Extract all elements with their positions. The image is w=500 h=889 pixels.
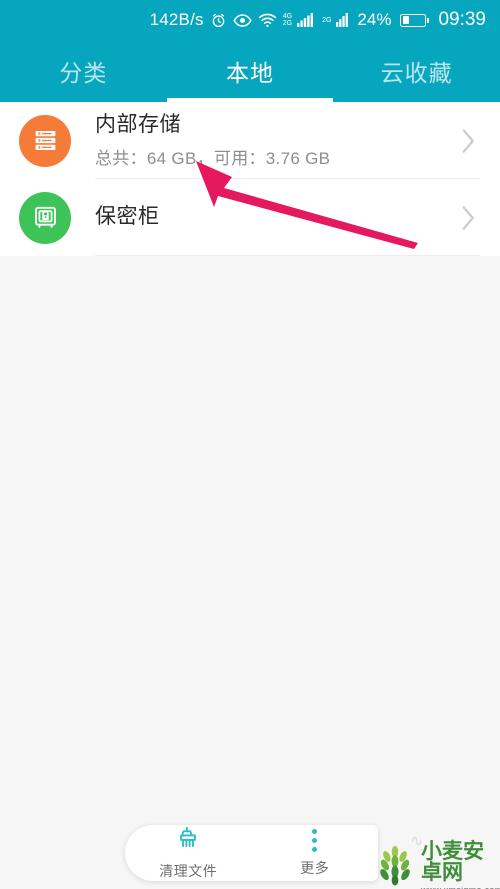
watermark-site-name: 小麦安卓网 xyxy=(421,840,484,884)
list-item-internal-storage-title: 内部存储 xyxy=(95,113,181,137)
phone-screen: 142B/s 4G 2G 2G 24% 09:39 分类 本地 云收藏 内部存储… xyxy=(0,0,500,889)
tab-local-label: 本地 xyxy=(226,60,274,86)
bottom-action-bar: 清理文件 更多 xyxy=(125,825,378,881)
watermark-text: 小麦安卓网 www.xmsigma.com xyxy=(421,841,500,889)
wifi-icon xyxy=(258,13,277,28)
tab-cloud-label: 云收藏 xyxy=(380,60,453,86)
sim2-label: 2G xyxy=(322,16,332,24)
bottom-action-clean-files[interactable]: 清理文件 xyxy=(125,825,252,881)
sim2-bars-icon xyxy=(336,13,350,27)
sim1-label-bottom: 2G xyxy=(282,20,293,27)
clock-text: 09:39 xyxy=(438,9,486,30)
list-item-secure-vault[interactable]: 保密柜 xyxy=(0,179,500,256)
bottom-action-clean-files-label: 清理文件 xyxy=(159,863,218,879)
site-watermark: ∿ 小麦安卓网 www.xmsigma.com xyxy=(374,833,500,889)
list-item-secure-vault-text: 保密柜 xyxy=(95,204,461,230)
tab-category-label: 分类 xyxy=(59,60,108,86)
broom-icon xyxy=(175,825,201,856)
eye-icon xyxy=(233,13,252,28)
bottom-action-more-label: 更多 xyxy=(300,859,330,876)
chevron-right-icon[interactable] xyxy=(461,128,476,154)
list-item-internal-storage-subtitle: 总共：64 GB，可用：3.76 GB xyxy=(95,148,331,168)
status-bar: 142B/s 4G 2G 2G 24% 09:39 xyxy=(0,0,500,40)
list-item-internal-storage-text: 内部存储 总共：64 GB，可用：3.76 GB xyxy=(95,112,461,168)
battery-icon xyxy=(400,13,430,27)
bottom-action-more[interactable]: 更多 xyxy=(252,829,379,878)
network-speed-text: 142B/s xyxy=(149,10,204,29)
sim1-signal-icon: 4G 2G xyxy=(283,13,292,27)
tab-bar: 分类 本地 云收藏 xyxy=(0,40,500,102)
sim1-label-top: 4G xyxy=(282,13,293,20)
list-item-secure-vault-title: 保密柜 xyxy=(95,205,160,229)
status-bar-items: 142B/s 4G 2G 2G 24% 09:39 xyxy=(150,9,486,31)
battery-fill xyxy=(402,16,409,24)
tab-cloud[interactable]: 云收藏 xyxy=(333,40,500,102)
sim2-signal-icon: 2G xyxy=(322,17,331,24)
list-divider xyxy=(95,255,480,256)
more-vertical-icon xyxy=(312,829,318,853)
server-stack-icon xyxy=(19,114,71,167)
safe-lock-icon xyxy=(19,191,71,244)
chevron-right-icon[interactable] xyxy=(461,205,476,231)
watermark-arc-decoration: ∿ xyxy=(410,833,424,850)
wheat-logo xyxy=(374,845,416,889)
list-item-internal-storage[interactable]: 内部存储 总共：64 GB，可用：3.76 GB xyxy=(0,102,500,179)
battery-percent-text: 24% xyxy=(357,10,392,29)
storage-list: 内部存储 总共：64 GB，可用：3.76 GB 保密柜 xyxy=(0,102,500,256)
sim1-bars-icon xyxy=(297,12,314,28)
tab-local[interactable]: 本地 xyxy=(167,40,334,102)
alarm-clock-icon xyxy=(210,12,227,29)
tab-category[interactable]: 分类 xyxy=(0,40,167,102)
